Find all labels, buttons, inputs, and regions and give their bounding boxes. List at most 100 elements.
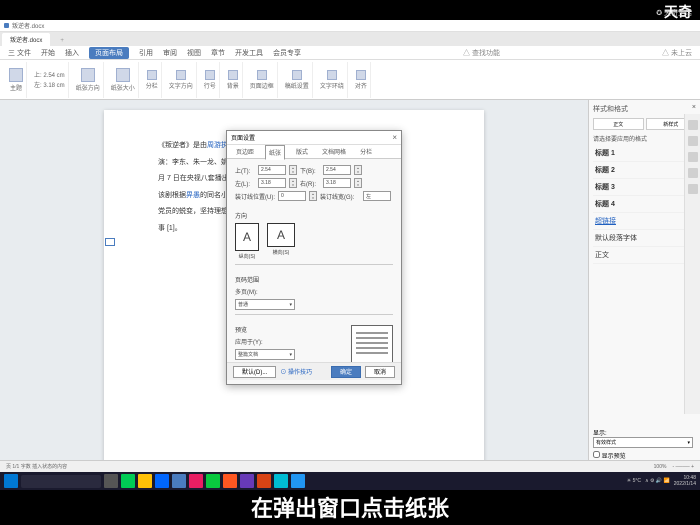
ok-button[interactable]: 确定 — [331, 366, 361, 378]
ribbon-tab-start[interactable]: 开始 — [41, 48, 55, 58]
taskbar-app[interactable] — [189, 474, 203, 488]
task-view-icon[interactable] — [104, 474, 118, 488]
ribbon-bg[interactable]: 背景 — [224, 62, 243, 98]
tool-icon[interactable] — [688, 136, 698, 146]
weather-widget[interactable]: ☀ 5°C — [627, 478, 641, 484]
style-default-font[interactable]: 默认段落字体a — [593, 230, 696, 247]
tool-icon[interactable] — [688, 184, 698, 194]
taskbar-app[interactable] — [223, 474, 237, 488]
ribbon-cloud[interactable]: △ 未上云 — [662, 48, 692, 58]
ribbon-border[interactable]: 页面边框 — [247, 62, 278, 98]
dialog-title: 页面设置 — [231, 133, 255, 142]
dialog-tab-grid[interactable]: 文档网格 — [319, 145, 349, 158]
spinner[interactable]: ▴▾ — [354, 178, 362, 188]
margin-bottom-input[interactable]: 2.54 — [323, 165, 351, 175]
tool-icon[interactable] — [688, 120, 698, 130]
ribbon-search[interactable]: △ 查找功能 — [463, 48, 500, 58]
dialog-tabs: 页边距 纸张 版式 文档网格 分栏 — [227, 145, 401, 159]
dialog-body: 上(T): 2.54▴▾ 下(B): 2.54▴▾ 左(L): 3.18▴▾ 右… — [227, 159, 401, 381]
window-filename: 叛逆者.docx — [12, 21, 44, 30]
ribbon-textdir[interactable]: 文字方向 — [166, 62, 197, 98]
tool-icon[interactable] — [688, 152, 698, 162]
app-icon — [4, 23, 9, 28]
start-button[interactable] — [4, 474, 18, 488]
ribbon-lineno[interactable]: 行号 — [201, 62, 220, 98]
taskbar-app[interactable] — [138, 474, 152, 488]
ribbon-align[interactable]: 对齐 — [352, 62, 371, 98]
ribbon-tab-review[interactable]: 审阅 — [163, 48, 177, 58]
video-caption: 在弹出窗口点击纸张 — [0, 489, 700, 525]
preview-checkbox[interactable] — [593, 451, 600, 458]
ribbon-tab-file[interactable]: 三 文件 — [8, 48, 31, 58]
ribbon-draft[interactable]: 稿纸设置 — [282, 62, 313, 98]
spinner[interactable]: ▴▾ — [354, 165, 362, 175]
status-bar: 页 1/1 字数 插入状态的内容 100% - ──── + — [0, 460, 700, 472]
multipage-select[interactable]: 普通▾ — [235, 299, 295, 310]
ribbon-orientation[interactable]: 纸张方向 — [73, 62, 104, 98]
dialog-tab-columns[interactable]: 分栏 — [357, 145, 375, 158]
taskbar-app[interactable] — [257, 474, 271, 488]
taskbar-search[interactable] — [21, 475, 101, 488]
ribbon-theme[interactable]: 主题 — [6, 62, 27, 98]
style-item[interactable]: 标题 3↵ — [593, 179, 696, 196]
textdir-icon — [176, 70, 186, 80]
ribbon-tab-section[interactable]: 章节 — [211, 48, 225, 58]
dialog-tab-margins[interactable]: 页边距 — [233, 145, 257, 158]
default-button[interactable]: 默认(D)... — [233, 366, 276, 378]
cancel-button[interactable]: 取消 — [365, 366, 395, 378]
close-icon[interactable]: × — [392, 133, 397, 142]
gutter-input[interactable]: 0 — [278, 191, 306, 201]
ribbon-columns[interactable]: 分栏 — [143, 62, 162, 98]
bookmark-icon[interactable] — [105, 238, 115, 246]
taskbar-app[interactable] — [240, 474, 254, 488]
style-item[interactable]: 标题 4↵ — [593, 196, 696, 213]
margin-left-input[interactable]: 3.18 — [258, 178, 286, 188]
dialog-titlebar: 页面设置 × — [227, 131, 401, 145]
margin-right-input[interactable]: 3.18 — [323, 178, 351, 188]
ribbon-wrap[interactable]: 文字环绕 — [317, 62, 348, 98]
show-select[interactable]: 有效样式▾ — [593, 437, 693, 448]
ribbon-tab-dev[interactable]: 开发工具 — [235, 48, 263, 58]
dialog-tab-paper[interactable]: 纸张 — [265, 145, 285, 160]
taskbar-app[interactable] — [155, 474, 169, 488]
style-item[interactable]: 标题 1↵ — [593, 145, 696, 162]
spinner[interactable]: ▴▾ — [289, 165, 297, 175]
current-style[interactable]: 正文 — [593, 118, 644, 130]
taskbar-app[interactable] — [274, 474, 288, 488]
doc-link[interactable]: 畀愚 — [186, 192, 200, 199]
taskbar-app[interactable] — [172, 474, 186, 488]
spinner[interactable]: ▴▾ — [289, 178, 297, 188]
zoom-label[interactable]: 100% — [654, 464, 667, 470]
ribbon-tab-ref[interactable]: 引用 — [139, 48, 153, 58]
gutter-pos-input[interactable]: 左 — [363, 191, 391, 201]
tray-icons[interactable]: ∧ ⚙ 🔊 📶 — [645, 478, 670, 484]
tool-icon[interactable] — [688, 168, 698, 178]
tips-link[interactable]: ⊙ 操作技巧 — [280, 367, 312, 376]
wrap-icon — [327, 70, 337, 80]
new-tab-button[interactable]: + — [52, 36, 72, 46]
spinner[interactable]: ▴▾ — [309, 191, 317, 201]
orient-landscape[interactable]: A横向(S) — [267, 223, 295, 260]
dialog-tab-layout[interactable]: 版式 — [293, 145, 311, 158]
styles-list-label: 请选择要应用的格式 — [593, 134, 696, 143]
apply-select[interactable]: 整篇文档▾ — [235, 349, 295, 360]
zoom-slider[interactable]: - ──── + — [672, 464, 694, 470]
orient-portrait[interactable]: A纵向(S) — [235, 223, 259, 260]
close-icon[interactable]: × — [692, 104, 696, 114]
ribbon-tab-vip[interactable]: 会员专享 — [273, 48, 301, 58]
ribbon-tab-view[interactable]: 视图 — [187, 48, 201, 58]
ribbon-tab-insert[interactable]: 插入 — [65, 48, 79, 58]
ribbon-tab-pagelayout[interactable]: 页面布局 — [89, 47, 129, 59]
taskbar-app[interactable] — [291, 474, 305, 488]
style-item[interactable]: 标题 2↵ — [593, 162, 696, 179]
ribbon-margins[interactable]: 上: 2.54 cm 左: 3.18 cm — [31, 62, 69, 98]
margin-top-input[interactable]: 2.54 — [258, 165, 286, 175]
style-hyperlink[interactable]: 超链接a — [593, 213, 696, 230]
draft-icon — [292, 70, 302, 80]
clock-date[interactable]: 2022/1/14 — [674, 481, 696, 487]
taskbar-app[interactable] — [121, 474, 135, 488]
style-body[interactable]: 正文↵ — [593, 247, 696, 264]
taskbar-app[interactable] — [206, 474, 220, 488]
ribbon-papersize[interactable]: 纸张大小 — [108, 62, 139, 98]
document-tab[interactable]: 叛逆者.docx — [2, 33, 50, 46]
